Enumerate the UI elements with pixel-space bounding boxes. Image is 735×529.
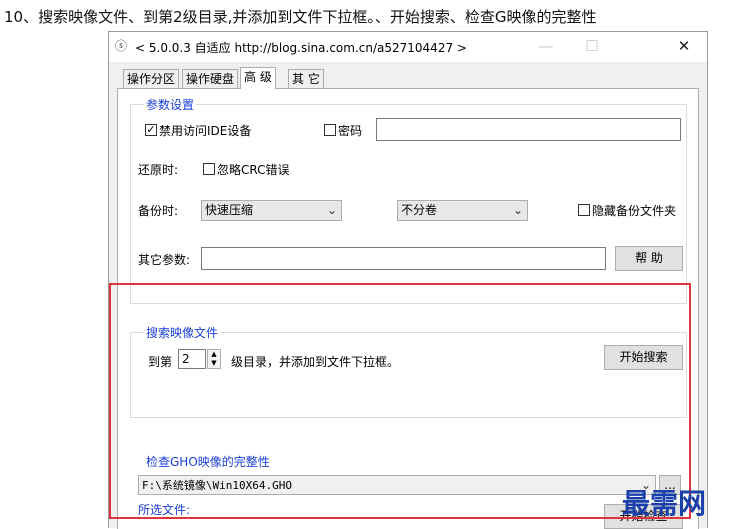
- compression-value: 快速压缩: [205, 203, 254, 217]
- watermark-logo: 最需网: [622, 487, 707, 520]
- password-label: 密码: [338, 124, 363, 138]
- tab-other[interactable]: 其 它: [288, 69, 324, 88]
- ignore-crc-label: 忽略CRC错误: [217, 163, 290, 177]
- window-title: < 5.0.0.3 自适应 http://blog.sina.com.cn/a5…: [135, 41, 467, 55]
- maximize-button[interactable]: ☐: [569, 32, 615, 62]
- disable-ide-checkbox[interactable]: ✓: [145, 124, 157, 136]
- other-params-label: 其它参数:: [138, 253, 191, 267]
- help-button[interactable]: 帮 助: [615, 246, 683, 271]
- close-button[interactable]: ✕: [661, 32, 707, 62]
- split-value: 不分卷: [401, 203, 438, 217]
- restore-label: 还原时:: [138, 163, 179, 177]
- tab-advanced[interactable]: 高 级: [240, 67, 276, 89]
- minimize-button[interactable]: —: [523, 32, 569, 62]
- split-select[interactable]: 不分卷 ⌄: [397, 200, 528, 221]
- chevron-down-icon: ⌄: [326, 203, 337, 217]
- backup-label: 备份时:: [138, 204, 179, 218]
- tab-disk[interactable]: 操作硬盘: [182, 69, 239, 88]
- password-checkbox[interactable]: [324, 124, 336, 136]
- title-bar: ⓢ < 5.0.0.3 自适应 http://blog.sina.com.cn/…: [109, 32, 707, 62]
- hide-backup-label: 隐藏备份文件夹: [592, 204, 677, 218]
- ignore-crc-checkbox[interactable]: [203, 163, 215, 175]
- disable-ide-label: 禁用访问IDE设备: [159, 124, 252, 138]
- highlight-box: [109, 283, 691, 519]
- chevron-down-icon: ⌄: [512, 203, 523, 217]
- hide-backup-checkbox[interactable]: [578, 204, 590, 216]
- tab-partition[interactable]: 操作分区: [123, 69, 180, 88]
- app-icon[interactable]: ⓢ: [115, 39, 129, 53]
- other-params-input[interactable]: [201, 247, 606, 270]
- compression-select[interactable]: 快速压缩 ⌄: [201, 200, 342, 221]
- password-input[interactable]: [376, 118, 681, 141]
- instruction-heading: 10、搜索映像文件、到第2级目录,并添加到文件下拉框。、开始搜索、检查G映像的完…: [4, 8, 597, 26]
- params-legend: 参数设置: [144, 96, 197, 113]
